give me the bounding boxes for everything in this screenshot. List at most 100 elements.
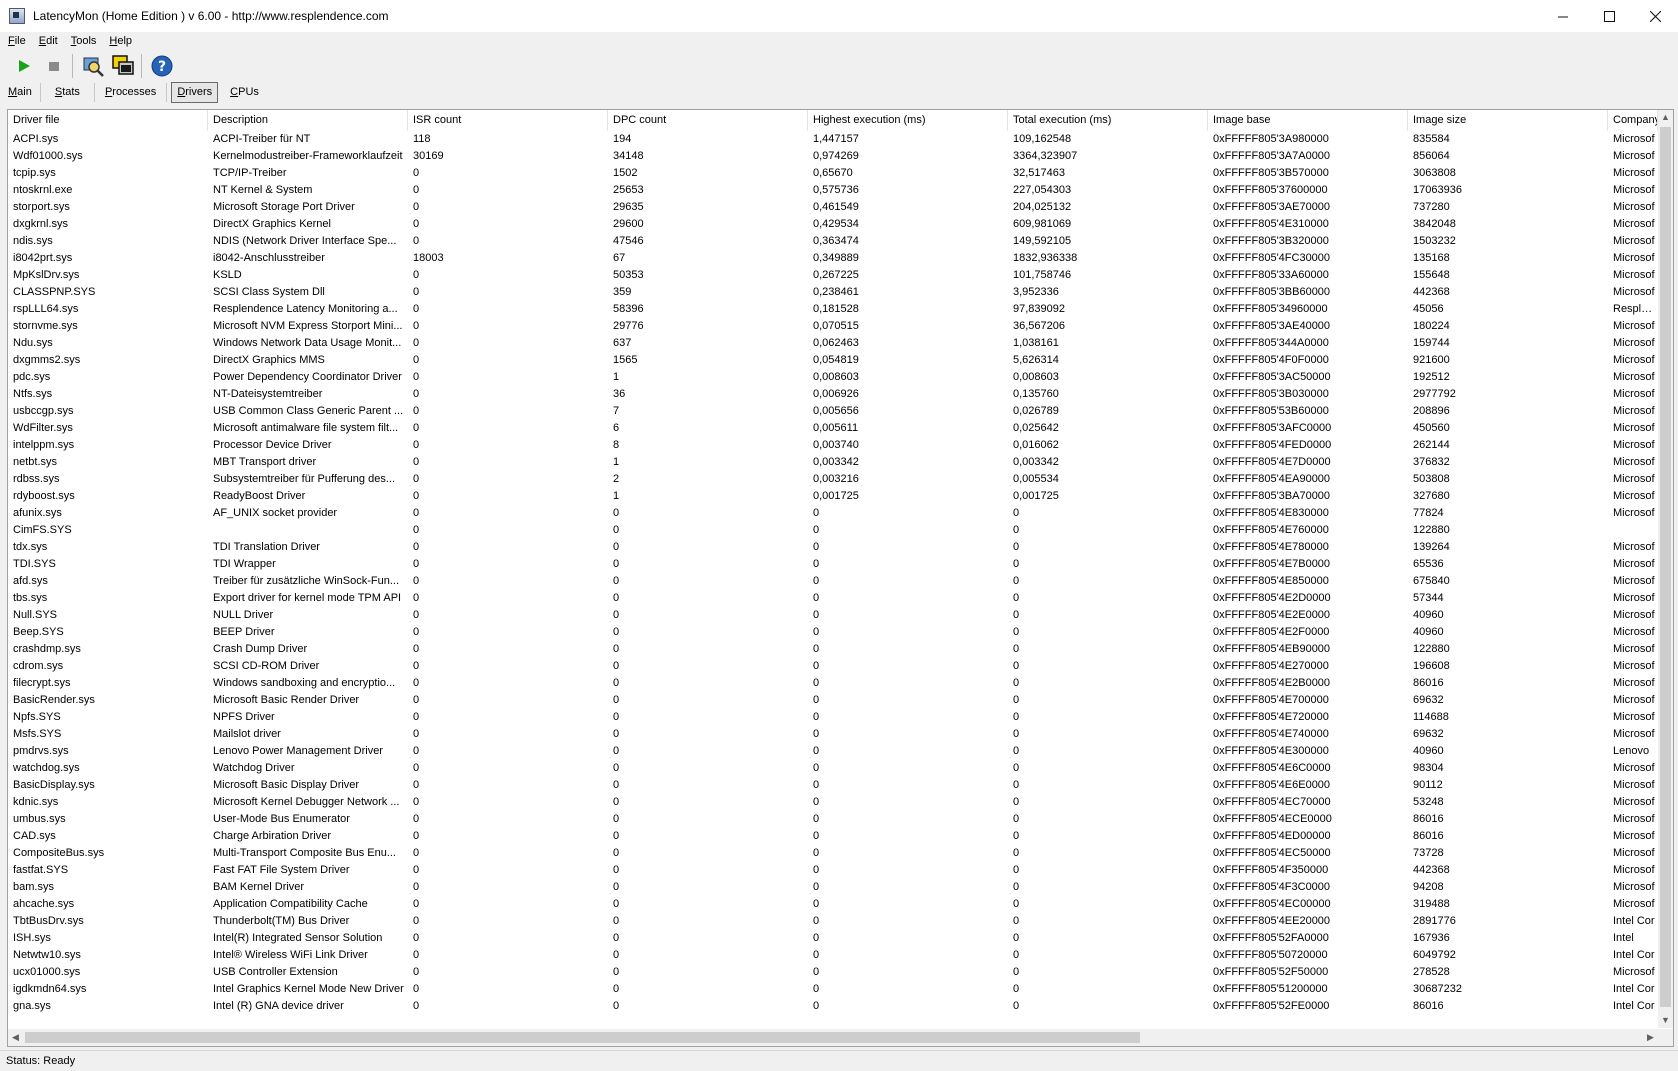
cell-highest-execution: 0 <box>813 779 820 791</box>
table-row[interactable]: crashdmp.sys Crash Dump Driver 0 0 0 0 0xFFFFF… <box>8 641 1658 658</box>
table-row[interactable]: MpKslDrv.sys KSLD 0 50353 0,267225 101,758746… <box>8 267 1658 284</box>
table-row[interactable]: kdnic.sys Microsoft Kernel Debugger Netwo… <box>8 794 1658 811</box>
tab-stats[interactable]: Stats <box>41 83 95 102</box>
column-header-image-size[interactable]: Image size <box>1408 110 1608 131</box>
minimize-button[interactable] <box>1540 0 1586 32</box>
table-row[interactable]: ntoskrnl.exe NT Kernel & System 0 25653 0,57… <box>8 182 1658 199</box>
table-row[interactable]: umbus.sys User-Mode Bus Enumerator 0 0 0 0 0xF… <box>8 811 1658 828</box>
table-row[interactable]: afunix.sys AF_UNIX socket provider 0 0 0 0 0xF… <box>8 505 1658 522</box>
table-row[interactable]: Ndu.sys Windows Network Data Usage Monit.… <box>8 335 1658 352</box>
table-row[interactable]: Wdf01000.sys Kernelmodustreiber-Framework… <box>8 148 1658 165</box>
cell-highest-execution: 0 <box>813 1000 820 1012</box>
table-row[interactable]: Npfs.SYS NPFS Driver 0 0 0 0 0xFFFFF805'4E7200… <box>8 709 1658 726</box>
table-row[interactable]: bam.sys BAM Kernel Driver 0 0 0 0 0xFFFFF805'4… <box>8 879 1658 896</box>
maximize-button[interactable] <box>1586 0 1632 32</box>
table-row[interactable]: ahcache.sys Application Compatibility Cac… <box>8 896 1658 913</box>
tab-processes[interactable]: Processes <box>95 83 168 102</box>
tab-main[interactable]: Main <box>0 83 41 102</box>
table-row[interactable]: pdc.sys Power Dependency Coordinator Driv… <box>8 369 1658 386</box>
table-row[interactable]: rdyboost.sys ReadyBoost Driver 0 1 0,001725 0… <box>8 488 1658 505</box>
cell-isr-count: 0 <box>413 167 420 179</box>
search-tool-button[interactable] <box>79 52 107 80</box>
horizontal-scroll-thumb[interactable] <box>25 1032 1140 1043</box>
table-row[interactable]: ndis.sys NDIS (Network Driver Interface S… <box>8 233 1658 250</box>
table-row[interactable]: ucx01000.sys USB Controller Extension 0 0 0 0… <box>8 964 1658 981</box>
cell-driver-file: CAD.sys <box>13 830 56 842</box>
cell-image-base: 0xFFFFF805'4EE20000 <box>1213 915 1331 927</box>
vertical-scrollbar[interactable]: ▲ ▼ <box>1658 110 1673 1028</box>
column-header-highest-execution[interactable]: Highest execution (ms) <box>808 110 1008 131</box>
table-row[interactable]: stornvme.sys Microsoft NVM Express Storpo… <box>8 318 1658 335</box>
table-row[interactable]: BasicRender.sys Microsoft Basic Render Dr… <box>8 692 1658 709</box>
table-row[interactable]: cdrom.sys SCSI CD-ROM Driver 0 0 0 0 0xFFFFF80… <box>8 658 1658 675</box>
menu-file[interactable]: File <box>3 35 31 47</box>
column-header-image-base[interactable]: Image base <box>1208 110 1408 131</box>
cell-image-base: 0xFFFFF805'4E780000 <box>1213 541 1329 553</box>
column-header-total-execution[interactable]: Total execution (ms) <box>1008 110 1208 131</box>
column-header-isr-count[interactable]: ISR count <box>408 110 608 131</box>
help-button[interactable]: ? <box>148 52 176 80</box>
cell-dpc-count: 0 <box>613 813 620 825</box>
horizontal-scrollbar[interactable]: ◀ ▶ <box>8 1029 1658 1046</box>
table-row[interactable]: WdFilter.sys Microsoft antimalware file s… <box>8 420 1658 437</box>
table-row[interactable]: CimFS.SYS 0 0 0 0 0xFFFFF805'4E760000 122880 <box>8 522 1658 539</box>
table-row[interactable]: tbs.sys Export driver for kernel mode TPM… <box>8 590 1658 607</box>
table-row[interactable]: watchdog.sys Watchdog Driver 0 0 0 0 0xFFFFF80… <box>8 760 1658 777</box>
tab-drivers[interactable]: Drivers <box>171 82 219 103</box>
table-row[interactable]: ACPI.sys ACPI-Treiber für NT 118 194 1,44715… <box>8 131 1658 148</box>
table-row[interactable]: CAD.sys Charge Arbiration Driver 0 0 0 0 0xFFF… <box>8 828 1658 845</box>
toolbar-separator <box>141 54 142 78</box>
table-row[interactable]: TDI.SYS TDI Wrapper 0 0 0 0 0xFFFFF805'4E7B000… <box>8 556 1658 573</box>
table-row[interactable]: Beep.SYS BEEP Driver 0 0 0 0 0xFFFFF805'4E2F00… <box>8 624 1658 641</box>
table-row[interactable]: TbtBusDrv.sys Thunderbolt(TM) Bus Driver 0… <box>8 913 1658 930</box>
scroll-up-icon[interactable]: ▲ <box>1658 110 1673 125</box>
table-row[interactable]: rdbss.sys Subsystemtreiber für Pufferung … <box>8 471 1658 488</box>
stop-button[interactable] <box>40 52 68 80</box>
table-row[interactable]: tcpip.sys TCP/IP-Treiber 0 1502 0,65670 32,51… <box>8 165 1658 182</box>
table-row[interactable]: CLASSPNP.SYS SCSI Class System Dll 0 359 0,2… <box>8 284 1658 301</box>
tab-cpus[interactable]: CPUs <box>222 83 267 102</box>
table-row[interactable]: BasicDisplay.sys Microsoft Basic Display … <box>8 777 1658 794</box>
cell-driver-file: intelppm.sys <box>13 439 75 451</box>
column-header-driver-file[interactable]: Driver file <box>8 110 208 131</box>
table-row[interactable]: Null.SYS NULL Driver 0 0 0 0 0xFFFFF805'4E2E00… <box>8 607 1658 624</box>
column-header-company[interactable]: Company <box>1608 110 1658 131</box>
table-row[interactable]: netbt.sys MBT Transport driver 0 1 0,003342 0… <box>8 454 1658 471</box>
cell-description: Intel(R) Integrated Sensor Solution <box>213 932 383 944</box>
cell-image-base: 0xFFFFF805'4E2E0000 <box>1213 609 1331 621</box>
table-row[interactable]: dxgmms2.sys DirectX Graphics MMS 0 1565 0,05… <box>8 352 1658 369</box>
scroll-left-icon[interactable]: ◀ <box>8 1029 23 1046</box>
close-button[interactable] <box>1632 0 1678 32</box>
table-row[interactable]: Msfs.SYS Mailslot driver 0 0 0 0 0xFFFFF805'4E… <box>8 726 1658 743</box>
table-row[interactable]: afd.sys Treiber für zusätzliche WinSock-F… <box>8 573 1658 590</box>
column-header-dpc-count[interactable]: DPC count <box>608 110 808 131</box>
table-row[interactable]: gna.sys Intel (R) GNA device driver 0 0 0 0 0x… <box>8 998 1658 1015</box>
menu-tools[interactable]: Tools <box>66 35 102 47</box>
table-row[interactable]: storport.sys Microsoft Storage Port Drive… <box>8 199 1658 216</box>
table-row[interactable]: Netwtw10.sys Intel® Wireless WiFi Link Dr… <box>8 947 1658 964</box>
table-row[interactable]: ISH.sys Intel(R) Integrated Sensor Soluti… <box>8 930 1658 947</box>
table-row[interactable]: igdkmdn64.sys Intel Graphics Kernel Mode … <box>8 981 1658 998</box>
vertical-scroll-thumb[interactable] <box>1660 127 1671 1007</box>
table-row[interactable]: filecrypt.sys Windows sandboxing and encr… <box>8 675 1658 692</box>
menu-help[interactable]: Help <box>104 35 137 47</box>
table-row[interactable]: dxgkrnl.sys DirectX Graphics Kernel 0 29600… <box>8 216 1658 233</box>
menu-edit[interactable]: Edit <box>34 35 63 47</box>
table-row[interactable]: usbccgp.sys USB Common Class Generic Pare… <box>8 403 1658 420</box>
table-row[interactable]: i8042prt.sys i8042-Anschlusstreiber 18003 6… <box>8 250 1658 267</box>
table-row[interactable]: fastfat.SYS Fast FAT File System Driver 0 0… <box>8 862 1658 879</box>
column-header-description[interactable]: Description <box>208 110 408 131</box>
start-button[interactable] <box>10 52 38 80</box>
table-row[interactable]: intelppm.sys Processor Device Driver 0 8 0,0… <box>8 437 1658 454</box>
scroll-down-icon[interactable]: ▼ <box>1658 1013 1673 1028</box>
table-row[interactable]: Ntfs.sys NT-Dateisystemtreiber 0 36 0,006926… <box>8 386 1658 403</box>
table-row[interactable]: rspLLL64.sys Resplendence Latency Monitor… <box>8 301 1658 318</box>
cell-description: USB Common Class Generic Parent ... <box>213 405 404 417</box>
cell-total-execution: 0 <box>1013 626 1020 638</box>
table-row[interactable]: pmdrvs.sys Lenovo Power Management Driver… <box>8 743 1658 760</box>
cell-driver-file: watchdog.sys <box>13 762 80 774</box>
table-row[interactable]: CompositeBus.sys Multi-Transport Composit… <box>8 845 1658 862</box>
table-row[interactable]: tdx.sys TDI Translation Driver 0 0 0 0 0xFFFFF… <box>8 539 1658 556</box>
windows-button[interactable] <box>109 52 137 80</box>
scroll-right-icon[interactable]: ▶ <box>1643 1029 1658 1046</box>
